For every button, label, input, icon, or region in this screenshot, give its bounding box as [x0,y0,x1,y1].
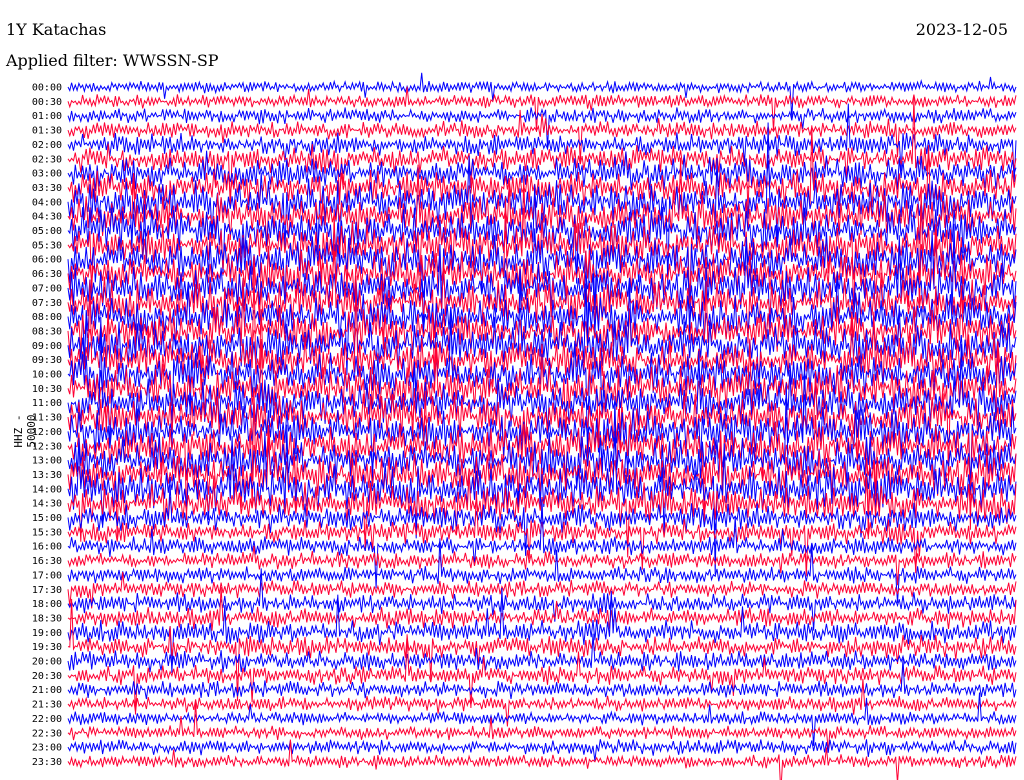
time-tick-label: 08:00 [32,312,62,323]
time-tick-label: 16:00 [32,542,62,553]
trace-row [67,692,1017,747]
time-tick-label: 20:00 [32,657,62,668]
time-tick-label: 20:30 [32,671,62,682]
time-tick-label: 23:00 [32,743,62,754]
time-tick-label: 04:00 [32,197,62,208]
time-tick-label: 19:00 [32,628,62,639]
time-tick-label: 16:30 [32,556,62,567]
trace-row [67,658,1017,700]
time-tick-label: 07:30 [32,298,62,309]
time-tick-label: 03:00 [32,169,62,180]
trace-row [67,499,1017,589]
time-tick-label: 15:00 [32,513,62,524]
time-tick-label: 18:00 [32,599,62,610]
time-tick-label: 00:30 [32,97,62,108]
time-tick-label: 21:30 [32,700,62,711]
seismogram-plot: 00:00 00:30 01:00 01:30 02:00 02:30 03:00 03:30… [32,72,1017,780]
time-tick-label: 02:30 [32,154,62,165]
time-tick-label: 23:30 [32,757,62,768]
time-tick-label: 15:30 [32,527,62,538]
time-tick-label: 04:30 [32,212,62,223]
trace-row [67,545,1017,586]
time-tick-label: 09:30 [32,355,62,366]
time-tick-label: 06:30 [32,269,62,280]
time-tick-label: 22:00 [32,714,62,725]
trace-group [67,72,1017,780]
time-tick-label: 09:00 [32,341,62,352]
time-tick-label: 05:00 [32,226,62,237]
time-tick-label: 18:30 [32,613,62,624]
time-tick-label: 13:30 [32,470,62,481]
time-tick-label: 14:00 [32,484,62,495]
time-tick-label: 01:30 [32,126,62,137]
time-tick-label: 01:00 [32,111,62,122]
time-tick-label: 08:30 [32,326,62,337]
time-tick-label: 19:30 [32,642,62,653]
time-tick-label: 03:30 [32,183,62,194]
time-tick-label: 10:30 [32,384,62,395]
trace-row [67,571,1017,609]
time-tick-label: 14:30 [32,499,62,510]
y-axis-label: HHZ - 50000 [12,414,38,448]
trace-row [67,538,1017,603]
time-tick-label: 00:00 [32,83,62,94]
time-tick-label: 02:00 [32,140,62,151]
time-tick-label: 17:30 [32,585,62,596]
time-tick-label: 06:00 [32,255,62,266]
time-tick-label: 07:00 [32,283,62,294]
time-tick-label: 17:00 [32,570,62,581]
time-tick-label: 22:30 [32,728,62,739]
time-tick-label: 10:00 [32,370,62,381]
time-tick-label: 05:30 [32,240,62,251]
time-tick-label: 21:00 [32,685,62,696]
